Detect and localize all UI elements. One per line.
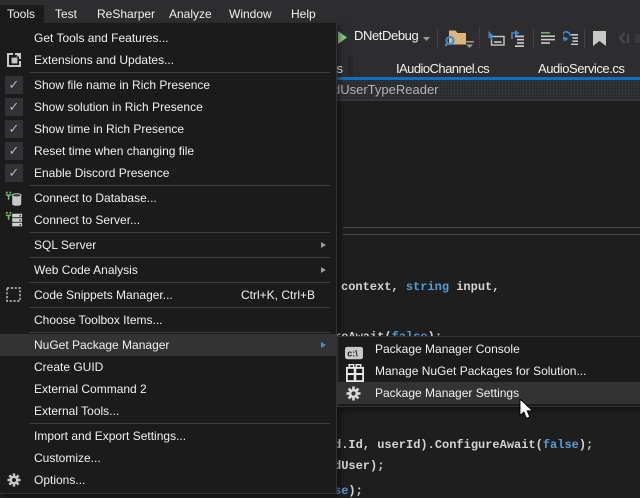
svg-text:c:\: c:\ <box>347 348 358 358</box>
